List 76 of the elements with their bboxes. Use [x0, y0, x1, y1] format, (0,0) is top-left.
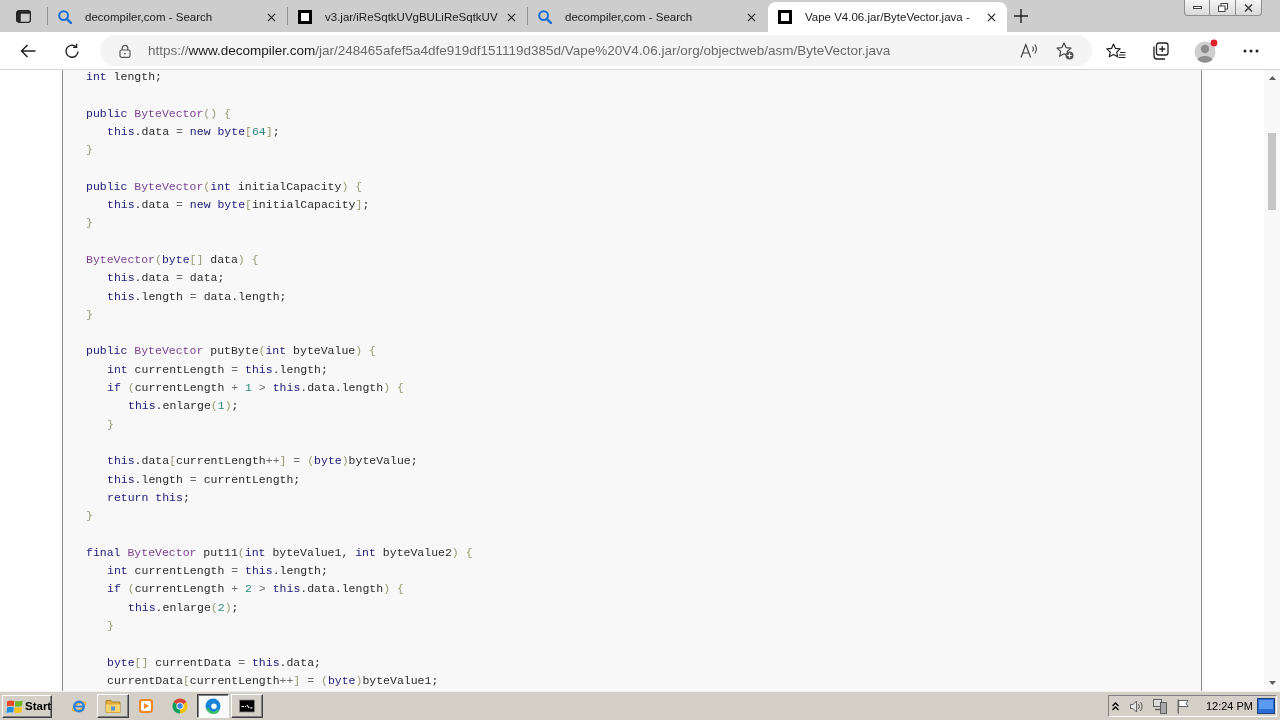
restore-button[interactable] [1210, 0, 1236, 16]
speaker-icon[interactable] [1129, 699, 1144, 713]
code-line: public ByteVector putByte(int byteValue) { [86, 343, 376, 360]
lock-icon [119, 43, 131, 58]
code-line: if (currentLength + 1 > this.data.length) { [107, 380, 404, 397]
code-line: int length; [86, 70, 162, 85]
code-line: final ByteVector put11(int byteValue1, int byteValue2) { [86, 544, 473, 561]
close-icon[interactable] [507, 12, 516, 22]
code-line: int currentLength = this.length; [107, 563, 328, 579]
code-line: int currentLength = this.length; [107, 361, 328, 378]
code-line: this.enlarge(2); [128, 599, 239, 616]
code-line: return this; [107, 489, 190, 506]
close-icon [1244, 3, 1253, 12]
square-icon [298, 10, 312, 24]
code-line: this.data = new byte[initialCapacity]; [107, 197, 370, 214]
code-line: } [86, 215, 93, 232]
star-plus-icon[interactable] [1056, 41, 1074, 60]
code-line: this.data = new byte[64]; [107, 123, 280, 140]
code-line: public ByteVector() { [86, 105, 231, 122]
up-arrow-icon[interactable] [1268, 76, 1276, 80]
browser-icon [71, 698, 87, 714]
code-line: this.length = currentLength; [107, 471, 301, 488]
close-icon[interactable] [987, 12, 996, 22]
back-arrow-icon[interactable] [20, 43, 36, 58]
minimize-icon [1192, 6, 1202, 9]
browser-tab[interactable]: decompiler,com - Search [528, 2, 767, 32]
address-field[interactable]: https://www.decompiler.com/jar/248465afef5a4dfe919df151119d385d/Vape%20V4.06.jar/org/objectweb/asm/ByteVector.java [100, 35, 1092, 66]
code-line: currentData[currentLength++] = (byte)byteValue1; [107, 672, 439, 689]
square-icon [778, 10, 792, 24]
code-line: public ByteVector(int initialCapacity) { [86, 178, 363, 195]
terminal-icon [238, 698, 255, 714]
down-arrow-icon[interactable] [1268, 681, 1276, 685]
network-icon[interactable] [1152, 698, 1167, 714]
code-line: } [86, 508, 93, 525]
browser-tab[interactable]: decompiler,com - Search [48, 2, 287, 32]
taskbar-button[interactable] [197, 694, 230, 718]
browser-icon [205, 698, 222, 714]
play-icon [138, 698, 155, 714]
search-icon [538, 10, 552, 24]
code-line: } [86, 142, 93, 159]
scrollbar-thumb[interactable] [1268, 133, 1276, 210]
clock[interactable]: 12:24 PM [1205, 700, 1253, 712]
chevron-up-icon[interactable] [1111, 701, 1119, 711]
folder-icon [104, 698, 121, 714]
favorites-icon[interactable] [1106, 42, 1126, 59]
close-button[interactable] [1236, 0, 1262, 16]
close-icon[interactable] [267, 12, 276, 22]
collections-icon[interactable] [1151, 41, 1169, 60]
browser-tab[interactable]: v3.jar/iReSqtkUVgBULiReSqtkUV [288, 2, 527, 32]
scrollbar[interactable] [1264, 70, 1280, 691]
code-line: this.data[currentLength++] = (byte)byteValue; [107, 453, 418, 470]
code-line: this.data = data; [107, 270, 225, 287]
flag-icon[interactable] [1176, 698, 1189, 714]
windows-flag-icon [6, 698, 23, 714]
avatar-icon[interactable] [1194, 38, 1218, 63]
read-aloud-icon[interactable] [1020, 43, 1038, 58]
search-icon [58, 10, 72, 24]
plus-icon[interactable] [1014, 9, 1028, 23]
code-line: this.enlarge(1); [128, 398, 239, 415]
tab-actions-icon[interactable] [16, 9, 31, 23]
browser-tab[interactable]: Vape V4.06.jar/ByteVector.java - [768, 2, 1007, 32]
code-line: } [107, 416, 114, 433]
code-line: byte[] currentData = this.data; [107, 654, 321, 671]
code-line: ByteVector(byte[] data) { [86, 251, 259, 268]
start-button[interactable]: Start [2, 694, 52, 718]
restore-icon [1217, 3, 1228, 12]
close-icon[interactable] [747, 12, 756, 22]
code-line: } [86, 306, 93, 323]
browser-icon [171, 698, 188, 714]
refresh-icon[interactable] [64, 42, 80, 59]
desktop-icon[interactable] [1257, 698, 1275, 714]
minimize-button[interactable] [1184, 0, 1210, 16]
code-line: this.length = data.length; [107, 288, 287, 305]
code-line: if (currentLength + 2 > this.data.length) { [107, 581, 404, 598]
code-line: } [107, 617, 114, 634]
more-icon[interactable] [1243, 48, 1259, 53]
